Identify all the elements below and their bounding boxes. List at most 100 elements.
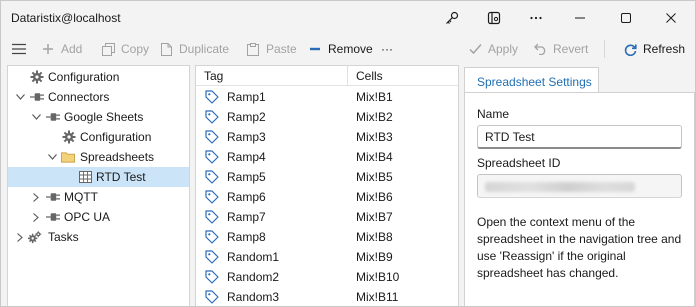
column-divider[interactable] — [347, 66, 348, 86]
toolbar: Add Copy Duplicate Paste Remove ··· Appl… — [1, 35, 695, 63]
column-header-tag[interactable]: Tag — [204, 69, 223, 83]
table-row[interactable]: Random1 Mix!B9 — [196, 247, 458, 267]
tree-item-spreadsheets[interactable]: Spreadsheets — [8, 147, 189, 167]
tree-item-opc-ua[interactable]: OPC UA — [8, 207, 189, 227]
tree-item-mqtt[interactable]: MQTT — [8, 187, 189, 207]
check-icon — [468, 42, 482, 56]
tree-item-google-sheets[interactable]: Google Sheets — [8, 107, 189, 127]
gear-icon — [30, 70, 44, 84]
minus-icon — [308, 42, 322, 56]
chevron-right-icon[interactable] — [15, 232, 25, 242]
undo-icon — [533, 42, 547, 56]
revert-label: Revert — [553, 42, 589, 56]
toolbar-separator — [604, 40, 605, 58]
table-row[interactable]: Ramp4 Mix!B4 — [196, 147, 458, 167]
table-row[interactable]: Ramp3 Mix!B3 — [196, 127, 458, 147]
table-row[interactable]: Ramp7 Mix!B7 — [196, 207, 458, 227]
window-settings-icon[interactable] — [471, 1, 517, 35]
table-row[interactable]: Ramp6 Mix!B6 — [196, 187, 458, 207]
remove-label: Remove — [328, 42, 373, 56]
tag-name: Random1 — [227, 250, 280, 264]
tag-grid: Tag Cells Ramp1 Mix!B1 Ramp2 Mix!B2 Ramp3 Mix… — [195, 65, 459, 306]
tag-icon — [205, 270, 219, 284]
gears-icon — [28, 230, 42, 244]
remove-button[interactable]: Remove — [308, 41, 373, 57]
tag-name: Random2 — [227, 270, 280, 284]
tag-name: Ramp1 — [227, 90, 266, 104]
close-icon[interactable] — [648, 1, 694, 35]
tag-icon — [205, 230, 219, 244]
copy-label: Copy — [121, 42, 150, 56]
tag-icon — [205, 250, 219, 264]
chevron-down-icon[interactable] — [47, 152, 57, 162]
copy-button[interactable]: Copy — [101, 41, 149, 57]
tree-item-tasks[interactable]: Tasks — [8, 227, 189, 247]
tag-icon — [205, 110, 219, 124]
spreadsheet-id-field[interactable] — [477, 174, 682, 198]
cell-reference: Mix!B9 — [356, 250, 393, 264]
refresh-button[interactable]: Refresh — [623, 41, 685, 57]
tree-item-google-sheets-configuration[interactable]: Configuration — [8, 127, 189, 147]
table-row[interactable]: Random2 Mix!B10 — [196, 267, 458, 287]
tag-name: Ramp4 — [227, 150, 266, 164]
cell-reference: Mix!B1 — [356, 90, 393, 104]
column-header-cells[interactable]: Cells — [356, 69, 383, 83]
key-icon[interactable] — [429, 1, 475, 35]
title-bar: Dataristix@localhost — [1, 1, 695, 35]
table-row[interactable]: Ramp5 Mix!B5 — [196, 167, 458, 187]
grid-header: Tag Cells — [196, 66, 458, 86]
cell-reference: Mix!B4 — [356, 150, 393, 164]
toolbar-more-label: ··· — [381, 42, 393, 56]
apply-button[interactable]: Apply — [468, 41, 518, 57]
add-button[interactable]: Add — [41, 41, 82, 57]
tree-item-label: OPC UA — [64, 210, 111, 224]
revert-button[interactable]: Revert — [533, 41, 588, 57]
paste-button[interactable]: Paste — [246, 41, 297, 57]
toolbar-more-button[interactable]: ··· — [381, 41, 393, 57]
table-row[interactable]: Ramp1 Mix!B1 — [196, 87, 458, 107]
navigation-tree: Configuration Connectors Google Sheets C… — [7, 65, 190, 306]
table-row[interactable]: Random3 Mix!B11 — [196, 287, 458, 306]
tag-icon — [205, 190, 219, 204]
chevron-down-icon[interactable] — [31, 112, 41, 122]
add-label: Add — [61, 42, 83, 56]
tag-name: Ramp2 — [227, 110, 266, 124]
table-row[interactable]: Ramp2 Mix!B2 — [196, 107, 458, 127]
tag-icon — [205, 170, 219, 184]
folder-icon — [61, 150, 75, 164]
chevron-right-icon[interactable] — [31, 212, 41, 222]
tree-item-connectors[interactable]: Connectors — [8, 87, 189, 107]
table-row[interactable]: Ramp8 Mix!B8 — [196, 227, 458, 247]
maximize-icon[interactable] — [603, 1, 649, 35]
help-text: Open the context menu of the spreadsheet… — [477, 215, 682, 280]
cell-reference: Mix!B7 — [356, 210, 393, 224]
tag-icon — [205, 210, 219, 224]
tab-spreadsheet-settings[interactable]: Spreadsheet Settings — [464, 67, 599, 93]
cell-reference: Mix!B11 — [356, 290, 399, 304]
plug-icon — [46, 190, 60, 204]
tree-item-rtd-test[interactable]: RTD Test — [8, 167, 189, 187]
cell-reference: Mix!B6 — [356, 190, 393, 204]
tree-item-label: Spreadsheets — [80, 150, 155, 164]
tree-item-label: Connectors — [48, 90, 110, 104]
settings-panel: Spreadsheet Settings Name RTD Test Sprea… — [464, 65, 695, 306]
duplicate-button[interactable]: Duplicate — [159, 41, 229, 57]
tag-icon — [205, 150, 219, 164]
tree-item-label: Tasks — [48, 230, 79, 244]
copy-icon — [101, 42, 115, 56]
menu-button[interactable] — [12, 41, 32, 57]
cell-reference: Mix!B10 — [356, 270, 400, 284]
redacted-spreadsheet-id — [485, 182, 635, 192]
cell-reference: Mix!B5 — [356, 170, 393, 184]
minimize-icon[interactable] — [557, 1, 603, 35]
tree-item-configuration[interactable]: Configuration — [8, 67, 189, 87]
chevron-right-icon[interactable] — [31, 192, 41, 202]
refresh-icon — [623, 42, 637, 56]
name-field[interactable]: RTD Test — [477, 125, 682, 149]
plug-icon — [30, 90, 44, 104]
tag-icon — [205, 90, 219, 104]
chevron-down-icon[interactable] — [15, 92, 25, 102]
apply-label: Apply — [488, 42, 519, 56]
more-icon[interactable] — [513, 1, 559, 35]
spreadsheet-icon — [78, 170, 92, 184]
